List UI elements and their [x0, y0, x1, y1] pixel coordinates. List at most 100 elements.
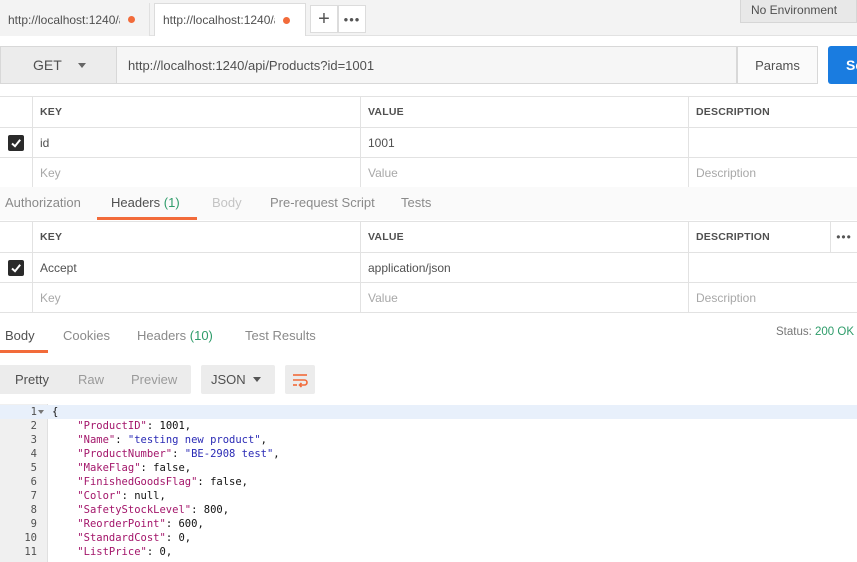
chevron-down-icon	[77, 62, 86, 68]
tab-authorization[interactable]: Authorization	[5, 187, 81, 220]
code-text: "ProductNumber": "BE-2908 test",	[77, 448, 280, 460]
format-selector[interactable]: JSON	[201, 365, 275, 394]
request-tab-2[interactable]: http://localhost:1240/a	[154, 3, 306, 36]
tab-body[interactable]: Body	[212, 187, 242, 220]
fold-arrow-icon[interactable]	[38, 410, 44, 414]
send-button[interactable]: Send	[828, 46, 857, 84]
table-row-new: Key Value Description	[0, 158, 857, 188]
header-value-field[interactable]: application/json	[361, 253, 689, 282]
code-text: "Name": "testing new product",	[77, 434, 267, 446]
wrap-lines-icon	[293, 373, 308, 388]
headers-table: KEY VALUE DESCRIPTION ••• Accept applica…	[0, 221, 857, 313]
new-header-description-input[interactable]: Description	[689, 283, 857, 312]
param-description-field[interactable]	[689, 128, 857, 157]
request-tab-title: http://localhost:1240/a	[163, 13, 275, 27]
table-row-new: Key Value Description	[0, 283, 857, 313]
table-row: Accept application/json	[0, 253, 857, 283]
request-tab-title: http://localhost:1240/a	[8, 12, 120, 27]
code-line: 11 "ListPrice": 0,	[0, 545, 857, 559]
code-line: 2 "ProductID": 1001,	[0, 419, 857, 433]
code-text: "FinishedGoodsFlag": false,	[77, 476, 248, 488]
param-value-field[interactable]: 1001	[361, 128, 689, 157]
response-tab-cookies[interactable]: Cookies	[63, 320, 110, 353]
wrap-lines-button[interactable]	[285, 365, 315, 394]
active-tab-indicator	[97, 217, 197, 220]
column-header-description: DESCRIPTION	[696, 106, 770, 118]
url-input[interactable]: http://localhost:1240/api/Products?id=10…	[117, 46, 737, 84]
column-header-key: KEY	[33, 97, 361, 127]
checkmark-icon	[11, 138, 21, 148]
table-header-row: KEY VALUE DESCRIPTION	[0, 97, 857, 128]
code-line: 6 "FinishedGoodsFlag": false,	[0, 475, 857, 489]
new-param-key-input[interactable]: Key	[33, 158, 361, 187]
checkmark-icon	[11, 263, 21, 273]
table-row: id 1001	[0, 128, 857, 158]
line-number: 10	[24, 532, 37, 544]
code-text: "Color": null,	[77, 490, 166, 502]
line-number: 6	[30, 476, 37, 488]
request-tab-1[interactable]: http://localhost:1240/a	[0, 3, 150, 36]
params-table: KEY VALUE DESCRIPTION id 1001 Key Value …	[0, 96, 857, 188]
tab-bar: http://localhost:1240/a http://localhost…	[0, 0, 857, 36]
line-number: 2	[30, 420, 37, 432]
pretty-button[interactable]: Pretty	[0, 365, 62, 394]
response-tab-headers[interactable]: Headers (10)	[137, 320, 213, 353]
method-selector[interactable]: GET	[0, 46, 117, 84]
code-text: {	[52, 406, 59, 418]
header-description-field[interactable]	[689, 253, 857, 282]
line-number: 11	[24, 546, 37, 558]
environment-selector[interactable]: No Environment	[740, 0, 857, 23]
new-header-value-input[interactable]: Value	[361, 283, 689, 312]
code-text: "StandardCost": 0,	[77, 532, 192, 544]
code-text: "MakeFlag": false,	[77, 462, 192, 474]
active-response-tab-indicator	[0, 350, 48, 353]
header-key-field[interactable]: Accept	[33, 253, 361, 282]
tab-tests[interactable]: Tests	[401, 187, 431, 220]
method-label: GET	[33, 57, 62, 73]
more-horizontal-icon: •••	[343, 11, 361, 27]
raw-button[interactable]: Raw	[78, 365, 104, 394]
new-param-description-input[interactable]: Description	[689, 158, 857, 187]
status-label: Status:	[776, 326, 812, 338]
view-mode-group: Pretty Raw Preview	[0, 365, 191, 394]
line-number: 4	[30, 448, 37, 460]
line-number: 9	[30, 518, 37, 530]
response-status: Status: 200 OK	[776, 326, 854, 338]
column-header-value: VALUE	[361, 97, 689, 127]
code-line: 1{	[0, 405, 857, 419]
code-line: 10 "StandardCost": 0,	[0, 531, 857, 545]
params-button[interactable]: Params	[737, 46, 818, 84]
preview-button[interactable]: Preview	[131, 365, 177, 394]
table-header-row: KEY VALUE DESCRIPTION •••	[0, 222, 857, 253]
unsaved-dot-icon	[283, 16, 290, 24]
code-text: "ListPrice": 0,	[77, 546, 173, 558]
response-tab-headers-label: Headers	[137, 328, 187, 343]
code-line: 5 "MakeFlag": false,	[0, 461, 857, 475]
tab-headers[interactable]: Headers (1)	[111, 187, 180, 220]
format-label: JSON	[211, 372, 246, 387]
plus-icon: +	[318, 7, 330, 30]
new-param-value-input[interactable]: Value	[361, 158, 689, 187]
code-line: 3 "Name": "testing new product",	[0, 433, 857, 447]
code-text: "ProductID": 1001,	[77, 420, 192, 432]
code-line: 4 "ProductNumber": "BE-2908 test",	[0, 447, 857, 461]
code-line: 7 "Color": null,	[0, 489, 857, 503]
param-key-field[interactable]: id	[33, 128, 361, 157]
line-number: 3	[30, 434, 37, 446]
more-horizontal-icon: •••	[836, 230, 852, 244]
tab-options-button[interactable]: •••	[338, 5, 366, 33]
response-body-editor[interactable]: 1{2 "ProductID": 1001, 3 "Name": "testing…	[0, 404, 857, 562]
tab-prerequest-script[interactable]: Pre-request Script	[270, 187, 375, 220]
table-options-button[interactable]: •••	[830, 222, 857, 252]
request-tabs: Authorization Headers (1) Body Pre-reque…	[0, 187, 857, 220]
new-header-key-input[interactable]: Key	[33, 283, 361, 312]
line-number: 8	[30, 504, 37, 516]
response-tab-test-results[interactable]: Test Results	[245, 320, 316, 353]
row-enabled-checkbox[interactable]	[8, 134, 24, 151]
row-enabled-checkbox[interactable]	[8, 259, 24, 276]
code-line: 8 "SafetyStockLevel": 800,	[0, 503, 857, 517]
new-tab-button[interactable]: +	[310, 5, 338, 33]
code-text: "ReorderPoint": 600,	[77, 518, 204, 530]
column-header-key: KEY	[33, 222, 361, 252]
response-tab-body[interactable]: Body	[5, 320, 35, 353]
